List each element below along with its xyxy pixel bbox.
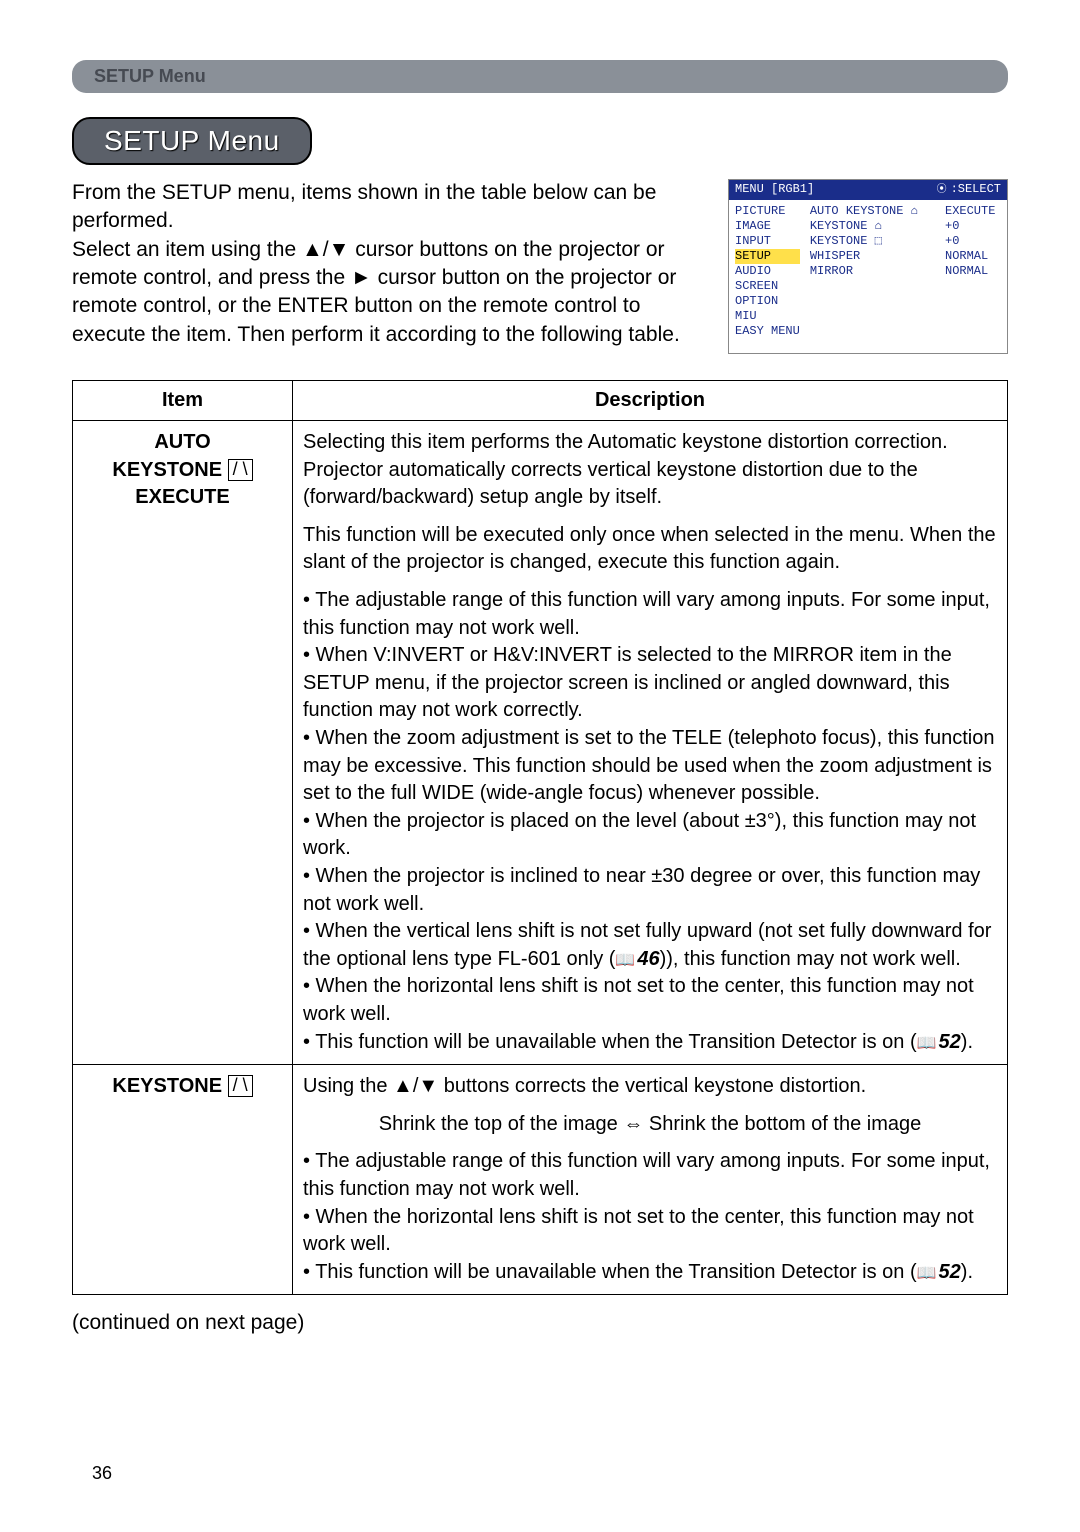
osd-left-item: AUDIO [735, 264, 800, 279]
osd-left-col: PICTUREIMAGEINPUTSETUPAUDIOSCREENOPTIONM… [735, 204, 800, 339]
osd-right-row: AUTO KEYSTONE ⌂EXECUTE [810, 204, 1001, 219]
desc-cell: Selecting this item performs the Automat… [293, 421, 1008, 1065]
osd-left-item: OPTION [735, 294, 800, 309]
table-row: KEYSTONE / \ Using the ▲/▼ buttons correc… [73, 1065, 1008, 1295]
desc-paragraph: Selecting this item performs the Automat… [303, 429, 997, 512]
desc-paragraph: • The adjustable range of this function … [303, 587, 997, 1056]
osd-left-item: SCREEN [735, 279, 800, 294]
osd-title-right: :SELECT [937, 182, 1001, 198]
keystone-vertical-icon: / \ [228, 1075, 253, 1097]
osd-title-left: MENU [RGB1] [735, 182, 814, 198]
page-number: 36 [92, 1463, 112, 1484]
osd-preview: MENU [RGB1] :SELECT PICTUREIMAGEINPUTSET… [728, 179, 1008, 354]
section-header-bar: SETUP Menu [72, 60, 1008, 93]
osd-left-item: EASY MENU [735, 324, 800, 339]
osd-right-row: KEYSTONE ⌂+0 [810, 219, 1001, 234]
desc-paragraph: Using the ▲/▼ buttons corrects the verti… [303, 1073, 997, 1101]
continued-note: (continued on next page) [72, 1311, 1008, 1335]
table-row: AUTOKEYSTONE / \EXECUTESelecting this it… [73, 421, 1008, 1065]
osd-right-row: KEYSTONE ⬚+0 [810, 234, 1001, 249]
osd-left-item: PICTURE [735, 204, 800, 219]
section-header-text: SETUP Menu [94, 66, 206, 86]
intro-paragraph: From the SETUP menu, items shown in the … [72, 179, 710, 349]
item-cell: AUTOKEYSTONE / \EXECUTE [73, 421, 293, 1065]
osd-right-row: MIRRORNORMAL [810, 264, 1001, 279]
osd-left-item: MIU [735, 309, 800, 324]
page-title-pill: SETUP Menu [72, 117, 312, 165]
osd-right-row: WHISPERNORMAL [810, 249, 1001, 264]
keystone-vertical-icon: / \ [228, 459, 253, 481]
col-item: Item [73, 380, 293, 421]
osd-left-item: IMAGE [735, 219, 800, 234]
page-title: SETUP Menu [104, 125, 280, 156]
desc-paragraph: • The adjustable range of this function … [303, 1148, 997, 1286]
osd-left-item: INPUT [735, 234, 800, 249]
desc-paragraph: Shrink the top of the image ⇔ Shrink the… [303, 1111, 997, 1139]
osd-left-item: SETUP [735, 249, 800, 264]
desc-paragraph: This function will be executed only once… [303, 522, 997, 577]
osd-titlebar: MENU [RGB1] :SELECT [729, 180, 1007, 200]
osd-right-col: AUTO KEYSTONE ⌂EXECUTEKEYSTONE ⌂+0KEYSTO… [810, 204, 1001, 339]
setup-table: Item Description AUTOKEYSTONE / \EXECUTE… [72, 380, 1008, 1296]
desc-cell: Using the ▲/▼ buttons corrects the verti… [293, 1065, 1008, 1295]
item-cell: KEYSTONE / \ [73, 1065, 293, 1295]
col-desc: Description [293, 380, 1008, 421]
